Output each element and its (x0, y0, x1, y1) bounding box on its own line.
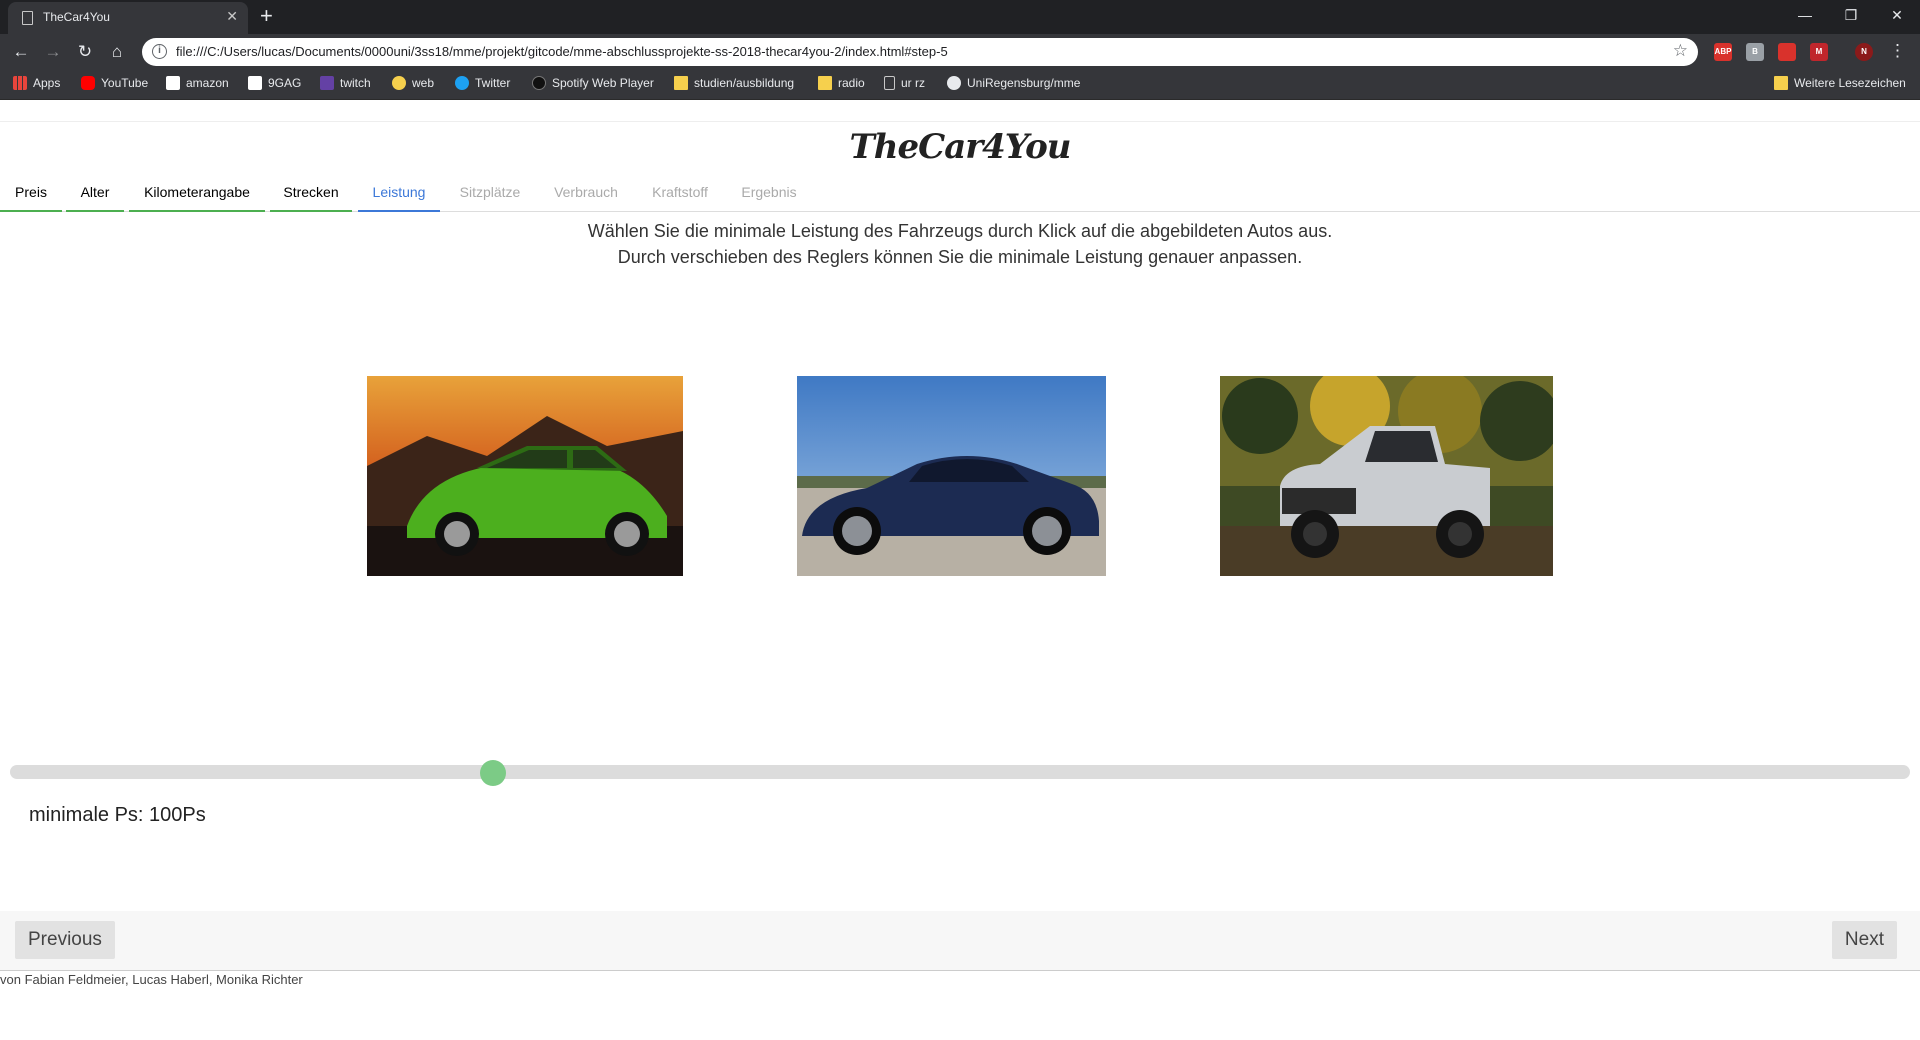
spotify-icon (532, 76, 546, 90)
tab-title: TheCar4You (43, 10, 110, 24)
tab-preis[interactable]: Preis (0, 181, 62, 212)
step-navigation: Preis Alter Kilometerangabe Strecken Lei… (0, 181, 1920, 212)
site-logo: TheCar4You (849, 127, 1071, 167)
new-tab-button[interactable]: + (260, 4, 273, 28)
info-icon[interactable]: i (152, 44, 167, 59)
forward-icon[interactable]: → (41, 41, 65, 63)
browser-tab-strip: TheCar4You ✕ + — ❐ ✕ (0, 0, 1920, 34)
close-window-button[interactable]: ✕ (1874, 0, 1920, 30)
reload-icon[interactable]: ↻ (73, 41, 97, 63)
browser-toolbar: ← → ↻ ⌂ i file:///C:/Users/lucas/Documen… (0, 34, 1920, 70)
divider (0, 121, 1920, 122)
tab-verbrauch[interactable]: Verbrauch (540, 181, 632, 212)
bookmark-9gag[interactable]: 9GAG (248, 76, 301, 94)
folder-icon (1774, 76, 1788, 90)
page-icon (884, 76, 895, 90)
bookmark-spotify[interactable]: Spotify Web Player (532, 76, 654, 94)
other-bookmarks[interactable]: Weitere Lesezeichen (1774, 76, 1906, 94)
bookmarks-bar: Apps YouTube amazon 9GAG twitch web Twit… (0, 70, 1920, 100)
amazon-icon (166, 76, 180, 90)
home-icon[interactable]: ⌂ (105, 41, 129, 63)
car-image-coupe[interactable] (797, 376, 1106, 576)
tab-alter[interactable]: Alter (66, 181, 124, 212)
extension-red-icon[interactable] (1778, 43, 1796, 61)
pager-bar: Previous Next (0, 911, 1920, 971)
tab-kraftstoff[interactable]: Kraftstoff (640, 181, 720, 212)
page-icon (22, 11, 33, 25)
instruction-line-1: Wählen Sie die minimale Leistung des Fah… (587, 221, 1333, 241)
folder-icon (818, 76, 832, 90)
bookmark-apps[interactable]: Apps (13, 76, 60, 94)
min-power-label: minimale Ps: 100Ps (29, 804, 206, 826)
browser-tab[interactable]: TheCar4You ✕ (8, 2, 248, 34)
tab-kilometerangabe[interactable]: Kilometerangabe (129, 181, 265, 212)
folder-icon (674, 76, 688, 90)
car-image-hatchback[interactable] (367, 376, 683, 576)
bookmark-ur-rz[interactable]: ur rz (884, 76, 925, 94)
power-slider-thumb[interactable] (479, 760, 506, 786)
tab-strecken[interactable]: Strecken (270, 181, 352, 212)
profile-avatar[interactable]: N (1855, 43, 1873, 61)
page-content: TheCar4You Preis Alter Kilometerangabe S… (0, 101, 1920, 1040)
minimize-button[interactable]: — (1782, 0, 1828, 30)
restore-button[interactable]: ❐ (1828, 0, 1874, 30)
apps-grid-icon (13, 76, 27, 90)
address-bar[interactable]: i file:///C:/Users/lucas/Documents/0000u… (142, 38, 1698, 66)
twitch-icon (320, 76, 334, 90)
car-image-pickup[interactable] (1220, 376, 1553, 576)
bookmark-twitch[interactable]: twitch (320, 76, 371, 94)
youtube-icon (81, 76, 95, 90)
bookmark-amazon[interactable]: amazon (166, 76, 229, 94)
menu-icon[interactable]: ⋮ (1889, 42, 1906, 60)
bookmark-youtube[interactable]: YouTube (81, 76, 148, 94)
previous-button[interactable]: Previous (15, 921, 115, 959)
url-text[interactable]: file:///C:/Users/lucas/Documents/0000uni… (176, 44, 948, 59)
extension-m-icon[interactable]: M (1810, 43, 1828, 61)
tab-sitzplaetze[interactable]: Sitzplätze (448, 181, 532, 212)
tab-leistung[interactable]: Leistung (358, 181, 440, 212)
tab-ergebnis[interactable]: Ergebnis (728, 181, 810, 212)
power-slider-track[interactable] (10, 765, 1910, 779)
close-tab-icon[interactable]: ✕ (226, 8, 238, 25)
footer-credits: von Fabian Feldmeier, Lucas Haberl, Moni… (0, 972, 303, 987)
bookmark-studien[interactable]: studien/ausbildung (674, 76, 794, 94)
github-icon (947, 76, 961, 90)
bookmark-uniregensburg[interactable]: UniRegensburg/mme (947, 76, 1083, 94)
bookmark-web[interactable]: web (392, 76, 434, 94)
next-button[interactable]: Next (1831, 921, 1897, 959)
instruction-line-2: Durch verschieben des Reglers können Sie… (617, 247, 1303, 267)
back-icon[interactable]: ← (9, 41, 33, 63)
twitter-icon (455, 76, 469, 90)
9gag-icon (248, 76, 262, 90)
bookmark-radio[interactable]: radio (818, 76, 865, 94)
extension-b-icon[interactable]: B (1746, 43, 1764, 61)
bookmark-star-icon[interactable]: ☆ (1673, 41, 1688, 61)
adblock-icon[interactable]: ABP (1714, 43, 1732, 61)
bookmark-twitter[interactable]: Twitter (455, 76, 510, 94)
web-icon (392, 76, 406, 90)
